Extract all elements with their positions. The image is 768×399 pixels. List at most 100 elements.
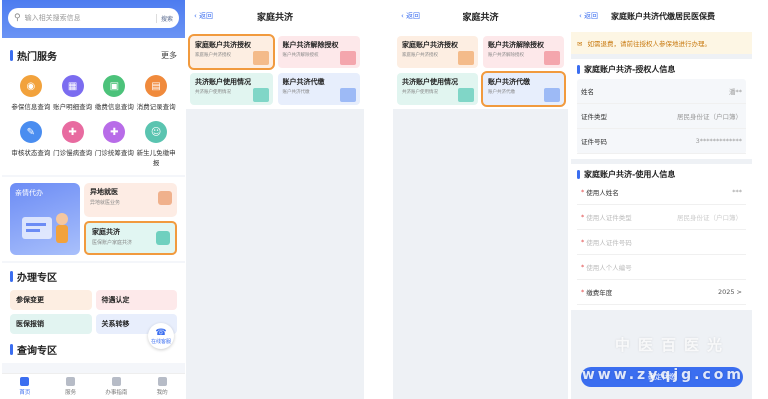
field-row: 证件类型 居民身份证（户口簿） bbox=[577, 104, 746, 129]
field-row[interactable]: * 使用人个人编号 bbox=[577, 255, 746, 280]
tab-services[interactable]: 服务 bbox=[48, 374, 94, 399]
service-label: 账户明细查询 bbox=[53, 103, 93, 111]
family-mutual-aid-screen: ‹ 返回 家庭共济 家庭账户共济授权 家庭账户共济授权 账户共济解除授权 账户共… bbox=[186, 0, 364, 399]
tab-mine[interactable]: 我的 bbox=[139, 374, 185, 399]
nav-bar: ‹ 返回 家庭共济 bbox=[186, 0, 364, 32]
field-value[interactable]: 居民身份证（户口簿） bbox=[677, 212, 742, 222]
service-item[interactable]: ▦ 账户明细查询 bbox=[52, 75, 94, 111]
required-mark: * bbox=[581, 213, 585, 221]
field-value[interactable]: *** bbox=[732, 188, 742, 196]
field-row[interactable]: * 使用人证件号码 bbox=[577, 230, 746, 255]
family-proxy-label: 亲情代办 bbox=[15, 189, 43, 197]
field-row[interactable]: * 使用人证件类型 居民身份证（户口簿） bbox=[577, 205, 746, 230]
authorize-card[interactable]: 家庭账户共济授权 家庭账户共济授权 bbox=[188, 34, 275, 70]
field-row: 姓名 潘** bbox=[577, 79, 746, 104]
field-row[interactable]: * 使用人姓名 *** bbox=[577, 180, 746, 205]
proxy-pay-icon bbox=[340, 88, 356, 102]
revoke-card[interactable]: 账户共济解除授权 账户共济解除授权 bbox=[277, 36, 360, 68]
card-title: 共济账户使用情况 bbox=[402, 78, 458, 86]
service-label: 缴费信息查询 bbox=[94, 103, 134, 111]
service-item[interactable]: ◉ 参保信息查询 bbox=[10, 75, 52, 111]
revoke-icon bbox=[544, 51, 560, 65]
services-icon bbox=[66, 377, 76, 386]
back-label: 返回 bbox=[199, 12, 214, 20]
user-icon bbox=[157, 377, 167, 386]
service-label: 门诊统筹查询 bbox=[94, 149, 134, 157]
page-title: 家庭共济 bbox=[462, 12, 499, 23]
authorize-card[interactable]: 家庭账户共济授权 家庭账户共济授权 bbox=[397, 36, 478, 68]
tab-label: 我的 bbox=[156, 390, 168, 396]
card-title: 账户共济解除授权 bbox=[282, 41, 339, 49]
zone-item[interactable]: 待遇认定 bbox=[95, 290, 177, 310]
search-button[interactable]: 搜索 bbox=[155, 13, 173, 23]
query-zone-title: 查询专区 bbox=[17, 346, 57, 357]
tab-label: 办事指南 bbox=[105, 390, 128, 396]
function-cards: 家庭账户共济授权 家庭账户共济授权 账户共济解除授权 账户共济解除授权 共济账户… bbox=[393, 32, 568, 109]
services-grid: ◉ 参保信息查询 ▦ 账户明细查询 ▣ 缴费信息查询 ▤ 消费记录查询 ✎ 审核状态查询 … bbox=[10, 75, 177, 167]
more-link[interactable]: 更多 bbox=[161, 50, 177, 61]
revoke-icon bbox=[340, 51, 356, 65]
revoke-card[interactable]: 账户共济解除授权 账户共济解除授权 bbox=[483, 36, 564, 68]
service-item[interactable]: ✎ 审核状态查询 bbox=[10, 121, 52, 167]
audit-icon: ✎ bbox=[19, 121, 42, 143]
field-label: 证件类型 bbox=[581, 113, 607, 121]
family-mutual-aid-screen-2: ‹ 返回 家庭共济 家庭账户共济授权 家庭账户共济授权 账户共济解除授权 账户共… bbox=[393, 0, 568, 399]
field-label: 使用人姓名 bbox=[586, 189, 619, 197]
card-title: 账户共济代缴 bbox=[282, 78, 325, 86]
proxy-pay-icon bbox=[544, 88, 560, 102]
page-title: 家庭共济 bbox=[256, 12, 293, 23]
customer-service-button[interactable]: ☎ 在线客服 bbox=[148, 323, 174, 349]
handling-zone-title: 办理专区 bbox=[17, 273, 57, 284]
receipt-icon: ▤ bbox=[145, 75, 168, 97]
back-button[interactable]: ‹ 返回 bbox=[579, 11, 598, 21]
card-title: 账户共济解除授权 bbox=[488, 41, 544, 49]
speaker-icon: ✉ bbox=[577, 40, 583, 48]
usage-card[interactable]: 共济账户使用情况 共济账户使用情况 bbox=[190, 73, 273, 105]
zone-item[interactable]: 医保报销 bbox=[10, 314, 92, 334]
family-proxy-banner[interactable]: 亲情代办 bbox=[10, 183, 80, 255]
authorizer-fields: 姓名 潘** 证件类型 居民身份证（户口簿） 证件号码 3************* bbox=[577, 79, 746, 154]
authorize-icon bbox=[458, 51, 474, 65]
tab-guide[interactable]: 办事指南 bbox=[94, 374, 140, 399]
zone-item[interactable]: 参保变更 bbox=[10, 290, 92, 310]
shield-icon: ◉ bbox=[19, 75, 42, 97]
usage-icon bbox=[252, 88, 269, 102]
payment-year-row[interactable]: * 缴费年度 2025 > bbox=[577, 280, 746, 305]
proxy-pay-card[interactable]: 账户共济代缴 账户共济代缴 bbox=[277, 73, 360, 105]
card-title: 家庭账户共济授权 bbox=[402, 41, 458, 49]
tab-home[interactable]: 首页 bbox=[2, 374, 48, 399]
required-mark: * bbox=[581, 238, 585, 246]
service-item[interactable]: ▤ 消费记录查询 bbox=[135, 75, 177, 111]
tab-label: 服务 bbox=[65, 390, 77, 396]
handling-zone-header: 办理专区 bbox=[10, 269, 177, 284]
service-label: 消费记录查询 bbox=[136, 103, 176, 111]
hot-services-title: 热门服务 bbox=[17, 52, 57, 63]
ledger-icon: ▦ bbox=[61, 75, 84, 97]
back-button[interactable]: ‹ 返回 bbox=[194, 11, 213, 21]
search-bar[interactable]: ⚲ 输入相关搜索信息 搜索 bbox=[8, 8, 179, 28]
back-button[interactable]: ‹ 返回 bbox=[401, 11, 420, 21]
service-item[interactable]: ☺ 新生儿免缴申报 bbox=[135, 121, 177, 167]
section-bar bbox=[10, 344, 13, 355]
hospital-icon: ✚ bbox=[103, 121, 126, 143]
service-label: 参保信息查询 bbox=[11, 103, 51, 111]
home-screen: ⚲ 输入相关搜索信息 搜索 热门服务 更多 ◉ 参保信息查询 ▦ 账户明细查询 ▣ 缴… bbox=[2, 0, 185, 399]
remote-medical-tile[interactable]: 异地就医 异地就医业务 bbox=[84, 183, 177, 217]
promo-section: 亲情代办 异地就医 异地就医业务 家庭共济 医保账户家庭共济 bbox=[2, 177, 185, 261]
tab-label: 首页 bbox=[19, 390, 31, 396]
field-row: 证件号码 3************* bbox=[577, 129, 746, 154]
user-title: 家庭账户共济-使用人信息 bbox=[584, 170, 676, 179]
card-title: 家庭账户共济授权 bbox=[195, 41, 251, 49]
usage-card[interactable]: 共济账户使用情况 共济账户使用情况 bbox=[397, 73, 478, 105]
service-item[interactable]: ▣ 缴费信息查询 bbox=[94, 75, 136, 111]
proxy-pay-card[interactable]: 账户共济代缴 账户共济代缴 bbox=[481, 71, 566, 107]
home-header: ⚲ 输入相关搜索信息 搜索 bbox=[2, 0, 185, 38]
payment-year-value[interactable]: 2025 > bbox=[718, 288, 742, 296]
field-value: 潘** bbox=[729, 88, 742, 96]
service-item[interactable]: ✚ 门诊统筹查询 bbox=[94, 121, 136, 167]
payment-icon: ▣ bbox=[103, 75, 126, 97]
family-mutual-aid-tile[interactable]: 家庭共济 医保账户家庭共济 bbox=[84, 221, 177, 255]
service-item[interactable]: ✚ 门诊慢病查询 bbox=[52, 121, 94, 167]
search-input[interactable]: 输入相关搜索信息 bbox=[25, 13, 81, 23]
nav-bar: ‹ 返回 家庭共济 bbox=[393, 0, 568, 32]
